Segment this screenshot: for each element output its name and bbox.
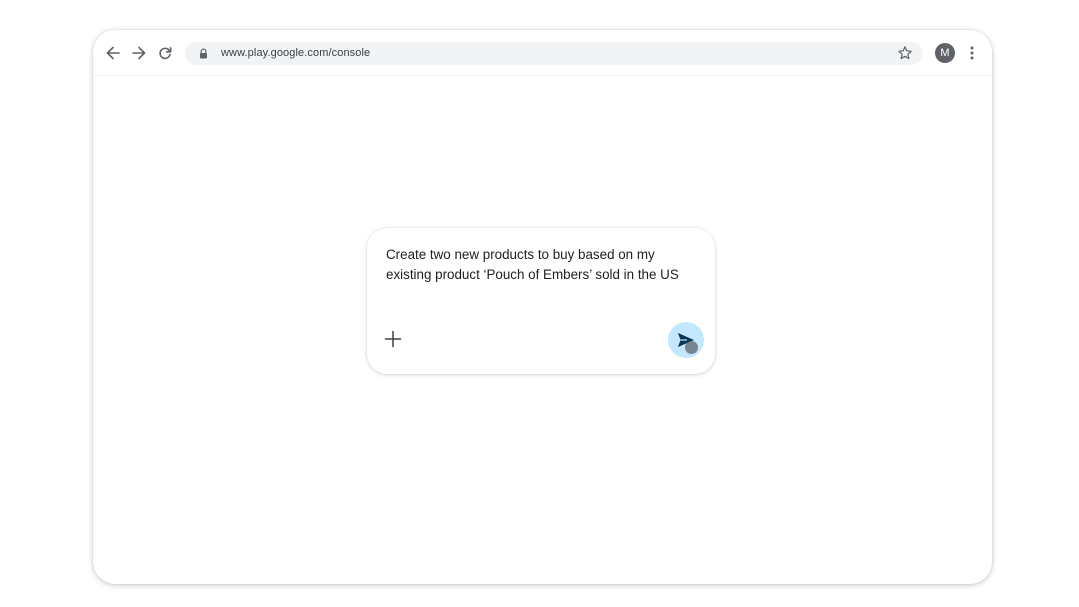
- reload-button[interactable]: [155, 43, 175, 63]
- plus-icon[interactable]: [384, 330, 402, 348]
- prompt-card: Create two new products to buy based on …: [367, 228, 715, 374]
- arrow-forward-icon: [132, 46, 146, 60]
- profile-avatar[interactable]: M: [935, 43, 955, 63]
- send-button[interactable]: [668, 322, 704, 358]
- address-bar[interactable]: www.play.google.com/console: [185, 42, 923, 65]
- back-button[interactable]: [103, 43, 123, 63]
- browser-window: www.play.google.com/console M Create two…: [93, 30, 992, 584]
- forward-button[interactable]: [129, 43, 149, 63]
- url-text: www.play.google.com/console: [221, 47, 371, 59]
- more-vert-icon[interactable]: [967, 45, 977, 61]
- browser-toolbar: www.play.google.com/console M: [93, 30, 992, 76]
- prompt-input[interactable]: Create two new products to buy based on …: [386, 245, 686, 284]
- reload-icon: [159, 47, 172, 60]
- arrow-back-icon: [106, 46, 120, 60]
- lock-icon: [200, 48, 207, 59]
- page: www.play.google.com/console M Create two…: [0, 0, 1079, 607]
- star-icon[interactable]: [897, 45, 913, 61]
- mouse-cursor: [685, 341, 698, 354]
